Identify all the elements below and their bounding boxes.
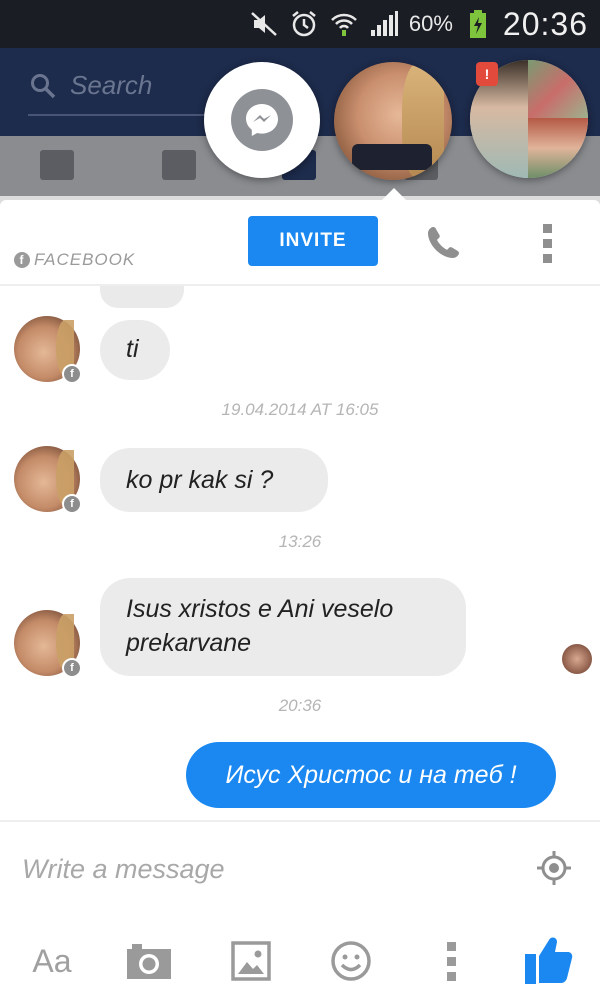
message-input[interactable] <box>22 844 502 894</box>
group-photo-top-right <box>528 60 588 118</box>
contact-avatar[interactable]: f <box>14 446 82 514</box>
search-icon <box>31 73 56 98</box>
group-photo-bottom-right <box>528 118 588 178</box>
more-vertical-icon <box>446 941 456 951</box>
image-icon <box>231 941 271 981</box>
battery-icon <box>463 9 493 39</box>
message-timestamp: 13:26 <box>278 532 322 551</box>
more-vertical-icon-dot <box>446 971 456 981</box>
active-chat-head-avatar[interactable] <box>334 62 452 180</box>
emoji-icon <box>331 941 371 981</box>
contact-avatar[interactable]: f <box>14 316 82 384</box>
alarm-icon <box>289 9 319 39</box>
chat-panel: f FACEBOOK INVITE f ti 19.04.2014 AT 16:… <box>0 200 600 1000</box>
facebook-source-text: FACEBOOK <box>34 250 136 269</box>
call-button[interactable] <box>420 220 466 266</box>
message-timestamp: 19.04.2014 AT 16:05 <box>221 400 379 419</box>
status-icons: 60% 20:36 <box>249 6 588 42</box>
composer-toolbar: Aa <box>0 926 600 996</box>
message-timestamp: 20:36 <box>278 696 322 715</box>
location-icon <box>537 851 571 885</box>
message-composer: Aa <box>0 820 600 1000</box>
incoming-message[interactable]: Isus xristos e Ani veselo prekarvane <box>100 578 466 676</box>
emoji-button[interactable] <box>326 936 376 986</box>
more-options-button[interactable] <box>532 218 562 268</box>
camera-icon <box>127 944 171 979</box>
unread-badge: ! <box>476 62 498 86</box>
like-button[interactable] <box>522 928 576 990</box>
incoming-message[interactable]: ti <box>100 320 170 380</box>
seen-indicator-avatar <box>562 644 592 674</box>
avatar-photo-part <box>352 144 432 170</box>
more-attachments-button[interactable] <box>436 936 466 986</box>
facebook-source-label: f FACEBOOK <box>14 250 135 270</box>
location-button[interactable] <box>534 848 574 888</box>
previous-message-bubble <box>100 286 184 308</box>
chat-header: f FACEBOOK INVITE <box>0 200 600 286</box>
battery-percent: 60% <box>408 11 453 36</box>
status-bar: 60% 20:36 <box>0 0 600 48</box>
wifi-icon <box>329 9 359 39</box>
incoming-message[interactable]: ko pr kak si ? <box>100 448 328 512</box>
camera-button[interactable] <box>124 936 174 986</box>
facebook-icon: f <box>14 252 30 268</box>
thumbs-up-icon <box>525 937 573 984</box>
invite-button[interactable]: INVITE <box>248 216 378 266</box>
more-vertical-icon-dot <box>542 253 552 263</box>
contact-avatar[interactable]: f <box>14 610 82 678</box>
messenger-chat-head[interactable] <box>204 62 320 178</box>
mute-icon <box>249 9 279 39</box>
more-vertical-icon <box>542 223 552 233</box>
status-time: 20:36 <box>502 5 588 42</box>
text-format-button[interactable]: Aa <box>24 936 80 986</box>
facebook-badge-icon: f <box>62 364 82 384</box>
search-underline <box>28 114 228 116</box>
friends-tab-icon <box>162 150 196 180</box>
background-search: Search <box>30 70 152 101</box>
more-vertical-icon-dot <box>446 956 456 966</box>
outgoing-message[interactable]: Исус Христос и на теб ! <box>186 742 556 808</box>
news-feed-tab-icon <box>40 150 74 180</box>
signal-icon <box>369 9 399 39</box>
facebook-badge-icon: f <box>62 658 82 678</box>
photo-gallery-button[interactable] <box>226 936 276 986</box>
background-search-placeholder: Search <box>70 70 153 100</box>
more-vertical-icon-dot <box>542 238 552 248</box>
phone-icon <box>428 227 459 258</box>
messenger-icon <box>231 89 293 151</box>
facebook-badge-icon: f <box>62 494 82 514</box>
